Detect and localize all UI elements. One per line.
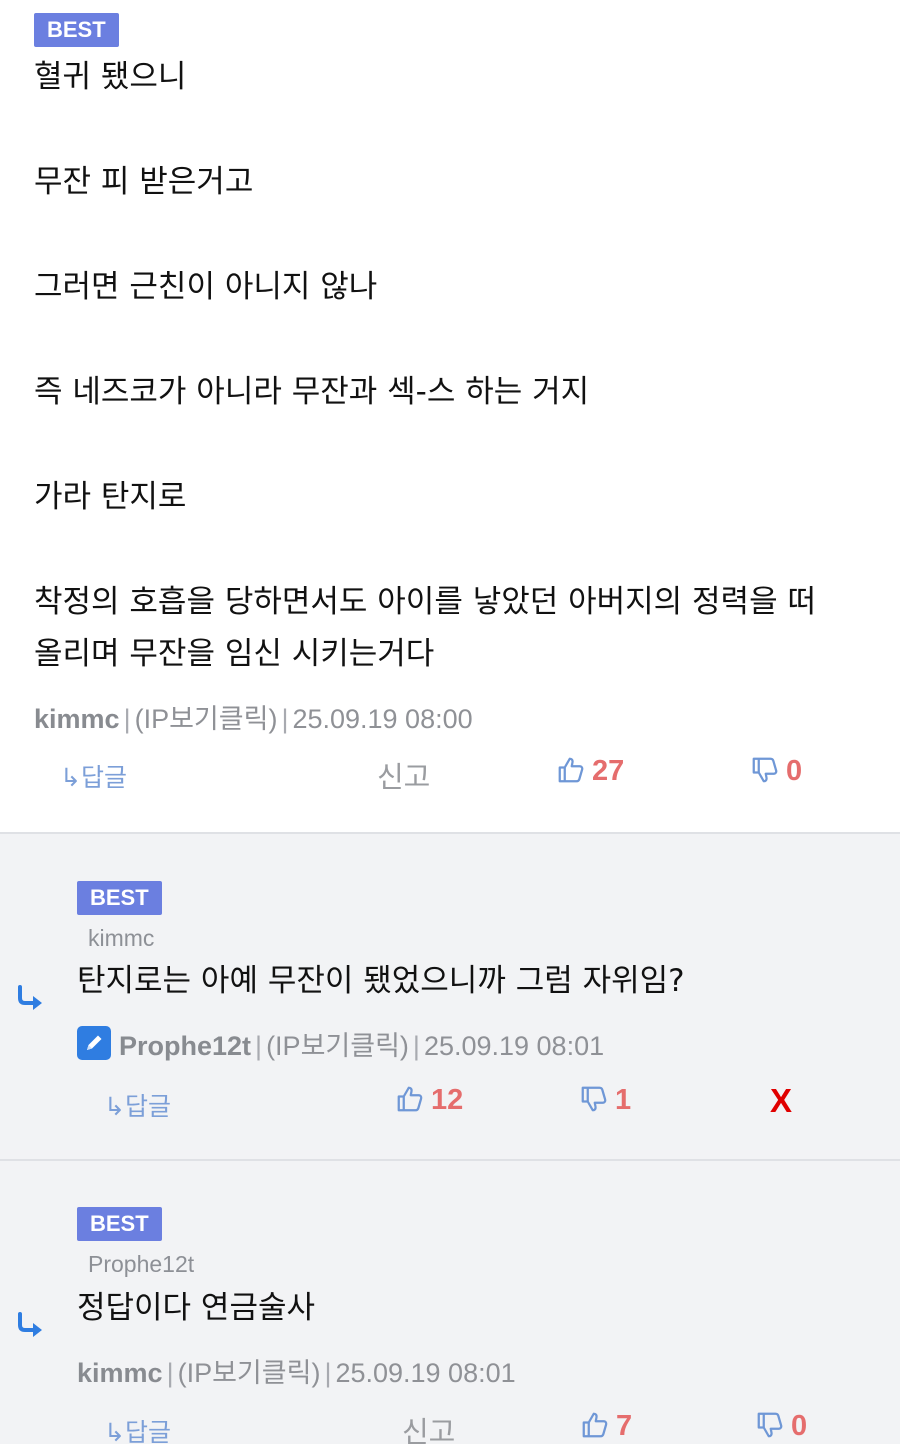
comment-paragraph: 혈귀 됐으니 (34, 59, 187, 95)
thumbs-down-icon (581, 1086, 607, 1112)
dislike-button[interactable]: 0 (755, 1410, 807, 1443)
comment-2-reply: BEST kimmc 탄지로는 아예 무잔이 됐었으니까 그럼 자위임? Pro… (0, 832, 900, 1161)
like-button[interactable]: 27 (556, 755, 624, 788)
comment-meta: kimmc | (IP보기클릭) | 25.09.19 08:01 (77, 1351, 516, 1390)
reply-text: 정답이다 연금술사 (77, 1290, 316, 1326)
comment-3-reply: BEST Prophe12t 정답이다 연금술사 kimmc | (IP보기클릭) |… (0, 1159, 900, 1449)
reply-arrow-icon (18, 985, 42, 1010)
reply-button[interactable]: ↳답글 (104, 1087, 171, 1123)
parent-author: Prophe12t (88, 1251, 195, 1277)
thumbs-up-icon (558, 757, 584, 783)
meta-separator: | (123, 704, 131, 734)
like-count: 12 (431, 1084, 464, 1116)
comment-meta: Prophe12t | (IP보기클릭) | 25.09.19 08:01 (77, 1024, 604, 1063)
parent-author: kimmc (88, 925, 155, 951)
reply-button[interactable]: ↳답글 (60, 758, 127, 794)
meta-separator: | (166, 1358, 174, 1388)
report-button[interactable]: 신고 (377, 754, 430, 796)
dislike-count: 0 (791, 1410, 808, 1442)
comment-paragraph: 즉 네즈코가 아니라 무잔과 섹-스 하는 거지 (34, 374, 590, 410)
best-badge: BEST (77, 881, 162, 915)
ip-view-link[interactable]: (IP보기클릭) (178, 1358, 321, 1388)
comment-paragraph: 가라 탄지로 (34, 479, 187, 515)
comment-paragraph: 착정의 호흡을 당하면서도 아이를 낳았던 아버지의 정력을 떠 (34, 584, 816, 620)
timestamp: 25.09.19 08:00 (292, 704, 473, 734)
dislike-count: 1 (615, 1084, 632, 1116)
delete-button[interactable]: X (770, 1082, 792, 1120)
meta-separator: | (281, 704, 289, 734)
thumbs-down-icon (752, 757, 778, 783)
like-count: 7 (616, 1410, 633, 1442)
dislike-button[interactable]: 0 (750, 755, 802, 788)
comment-paragraph: 그러면 근친이 아니지 않나 (34, 269, 378, 305)
meta-separator: | (412, 1031, 420, 1061)
dislike-button[interactable]: 1 (579, 1084, 631, 1117)
reply-button[interactable]: ↳답글 (104, 1413, 171, 1449)
ip-view-link[interactable]: (IP보기클릭) (266, 1031, 409, 1061)
comment-paragraph: 올리며 무잔을 임신 시키는거다 (34, 636, 435, 672)
meta-separator: | (324, 1358, 332, 1388)
like-count: 27 (592, 755, 625, 787)
dislike-count: 0 (786, 755, 803, 787)
best-badge: BEST (34, 13, 119, 47)
comment-meta: kimmc | (IP보기클릭) | 25.09.19 08:00 (34, 697, 473, 736)
timestamp: 25.09.19 08:01 (335, 1358, 516, 1388)
report-button[interactable]: 신고 (402, 1409, 455, 1451)
thumbs-up-icon (397, 1086, 423, 1112)
author-name[interactable]: kimmc (34, 704, 120, 734)
reply-text: 탄지로는 아예 무잔이 됐었으니까 그럼 자위임? (77, 963, 685, 999)
comment-paragraph: 무잔 피 받은거고 (34, 164, 254, 200)
meta-separator: | (255, 1031, 263, 1061)
timestamp: 25.09.19 08:01 (423, 1031, 605, 1061)
comment-1: BEST 혈귀 됐으니 무잔 피 받은거고 그러면 근친이 아니지 않나 즉 네… (0, 0, 900, 832)
author-name[interactable]: Prophe12t (119, 1031, 251, 1061)
pencil-icon (77, 1026, 111, 1060)
reply-arrow-icon (18, 1312, 42, 1337)
ip-view-link[interactable]: (IP보기클릭) (135, 704, 278, 734)
thumbs-down-icon (757, 1412, 783, 1438)
like-button[interactable]: 7 (580, 1410, 632, 1443)
thumbs-up-icon (582, 1412, 608, 1438)
author-name[interactable]: kimmc (77, 1358, 163, 1388)
best-badge: BEST (77, 1207, 162, 1241)
like-button[interactable]: 12 (395, 1084, 463, 1117)
